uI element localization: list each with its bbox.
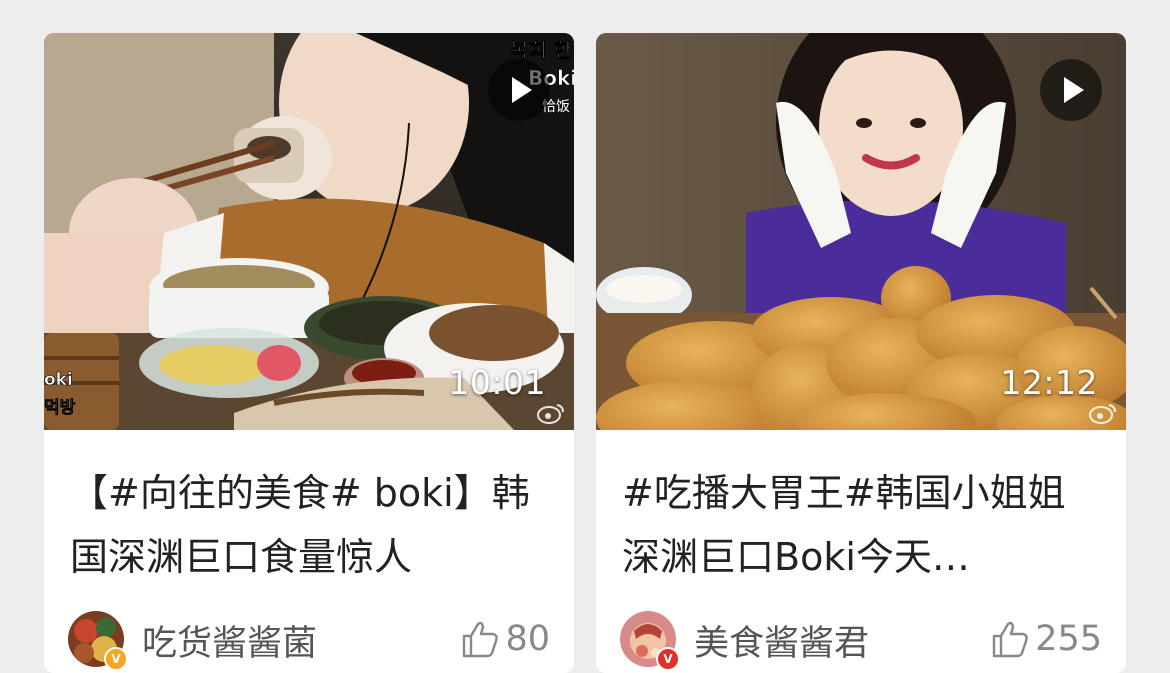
svg-text:먹방: 먹방 bbox=[44, 398, 76, 418]
author-name[interactable]: 吃货酱酱菌 bbox=[142, 615, 317, 666]
verified-badge-icon: V bbox=[656, 647, 680, 671]
like-count: 80 bbox=[505, 619, 550, 659]
play-icon bbox=[1064, 77, 1084, 103]
thumbs-up-icon bbox=[463, 621, 499, 658]
video-thumbnail[interactable]: 12:12 bbox=[596, 33, 1126, 430]
play-icon bbox=[512, 77, 532, 103]
like-count: 255 bbox=[1035, 619, 1102, 659]
thumbs-up-icon bbox=[992, 621, 1028, 658]
video-feed: 복희 한 Boki 恰饭 oki 먹방 10:01 【#向往的美食# boki】… bbox=[0, 0, 1170, 673]
weibo-icon bbox=[1089, 404, 1116, 424]
video-card[interactable]: 복희 한 Boki 恰饭 oki 먹방 10:01 【#向往的美食# boki】… bbox=[44, 33, 574, 673]
video-duration: 12:12 bbox=[1000, 363, 1098, 402]
author-row[interactable]: V 美食酱酱君 255 bbox=[620, 611, 1102, 671]
video-duration: 10:01 bbox=[448, 363, 546, 402]
video-title[interactable]: #吃播大胃王#韩国小姐姐深渊巨口Boki今天… bbox=[622, 461, 1100, 589]
svg-text:oki: oki bbox=[44, 370, 73, 390]
like-button[interactable]: 80 bbox=[459, 615, 550, 663]
video-card[interactable]: 12:12 #吃播大胃王#韩国小姐姐深渊巨口Boki今天… V 美食酱酱君 25… bbox=[596, 33, 1126, 673]
video-thumbnail[interactable]: 복희 한 Boki 恰饭 oki 먹방 10:01 bbox=[44, 33, 574, 430]
like-button[interactable]: 255 bbox=[989, 615, 1102, 663]
play-button[interactable] bbox=[1040, 59, 1102, 121]
author-name[interactable]: 美食酱酱君 bbox=[694, 615, 869, 666]
weibo-icon bbox=[537, 404, 564, 424]
author-row[interactable]: V 吃货酱酱菌 80 bbox=[68, 611, 550, 671]
video-title[interactable]: 【#向往的美食# boki】韩国深渊巨口食量惊人 bbox=[70, 461, 548, 589]
play-button[interactable] bbox=[488, 59, 550, 121]
verified-badge-icon: V bbox=[104, 647, 128, 671]
